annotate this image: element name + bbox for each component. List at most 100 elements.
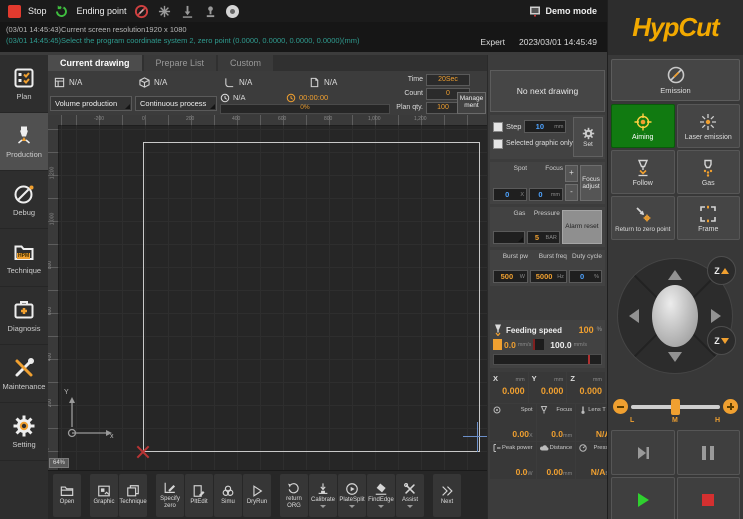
find-edge-button[interactable]: FindEdge	[367, 474, 395, 517]
ruler-corner	[48, 115, 58, 125]
burst-freq-field[interactable]: 5000 Hz	[530, 270, 567, 283]
spot-icon	[493, 406, 501, 414]
gear-icon	[582, 127, 595, 140]
sidebar-item-setting[interactable]: Setting	[0, 403, 48, 461]
current-speed-value: 0.0	[504, 340, 516, 350]
caret-down-icon	[349, 505, 355, 508]
tab-current-drawing[interactable]: Current drawing	[48, 55, 142, 71]
graphic-button[interactable]: Graphic	[90, 474, 118, 517]
plan-qty-field[interactable]: 100	[426, 102, 460, 114]
burst-power-field[interactable]: 500 W	[493, 270, 528, 283]
next-button[interactable]: Next	[433, 474, 461, 517]
dry-run-button[interactable]: DryRun	[243, 474, 271, 517]
plt-edit-button[interactable]: PltEdit	[185, 474, 213, 517]
gear-icon	[12, 414, 36, 438]
demo-mode-icon	[529, 5, 541, 17]
follow-status-icon[interactable]	[180, 3, 196, 19]
hypcut-logo: HypCut	[632, 12, 718, 43]
stop-icon[interactable]	[8, 5, 21, 18]
z-up-button[interactable]: Z	[707, 256, 736, 285]
sidebar-item-maintenance[interactable]: Maintenance	[0, 345, 48, 403]
step-checkbox[interactable]	[493, 122, 503, 132]
alarm-reset-button[interactable]: Alarm reset	[562, 210, 602, 244]
duty-cycle-field[interactable]: 0 %	[569, 270, 602, 283]
start-button[interactable]	[611, 477, 675, 519]
z-down-button[interactable]: Z	[707, 326, 736, 355]
pause-button[interactable]	[677, 430, 741, 475]
management-button[interactable]: Management	[457, 92, 486, 114]
jog-left-arrow-icon[interactable]	[629, 309, 639, 323]
part-icon	[139, 77, 150, 88]
cooling-icon[interactable]	[157, 3, 173, 19]
selected-graphic-checkbox[interactable]	[493, 139, 503, 149]
speed-slider-handle[interactable]	[671, 399, 680, 415]
calibrate-icon	[316, 482, 330, 496]
set-button[interactable]: Set	[573, 117, 603, 157]
step-run-button[interactable]	[611, 430, 675, 475]
step-value-field[interactable]: 10 mm	[524, 120, 566, 133]
tab-prepare-list[interactable]: Prepare List	[144, 55, 217, 71]
stop-square-icon	[700, 492, 716, 508]
plate-split-icon	[345, 482, 359, 496]
emission-icon	[666, 65, 686, 85]
return-zero-icon	[633, 204, 653, 224]
ending-point-icon[interactable]	[54, 3, 70, 19]
simu-button[interactable]: Simu	[214, 474, 242, 517]
assist-button[interactable]: Assist	[396, 474, 424, 517]
status-indicator-icon[interactable]	[226, 5, 239, 18]
sidebar-item-production[interactable]: Production	[0, 113, 48, 171]
process-mode-dropdown[interactable]: Continuous process	[135, 96, 217, 111]
spot-field[interactable]: 0 X	[493, 188, 527, 201]
focus-adjust-button[interactable]: Focus adjust	[580, 165, 602, 201]
focus-field[interactable]: 0 mm	[529, 188, 563, 201]
emission-button[interactable]: Emission	[611, 59, 740, 101]
return-zero-button[interactable]: Return to zero point	[611, 196, 675, 240]
laser-emission-button[interactable]: Laser emission	[677, 104, 741, 148]
calibrate-button[interactable]: Calibrate	[309, 474, 337, 517]
return-org-button[interactable]: return ORG	[280, 474, 308, 517]
jog-up-arrow-icon[interactable]	[668, 270, 682, 280]
feed-speed-bar[interactable]	[493, 354, 602, 365]
open-button[interactable]: Open	[53, 474, 81, 517]
plate-outline[interactable]	[143, 142, 480, 452]
laser-burst-icon	[698, 112, 718, 132]
speed-plus-button[interactable]	[723, 399, 738, 414]
technique-folder-icon	[12, 240, 36, 264]
focus-readout: Focus 0.0mm	[537, 404, 576, 441]
burst-section: Burst pw 500 W Burst freq 5000 Hz Duty c…	[490, 250, 605, 286]
technique-button[interactable]: Technique	[119, 474, 147, 517]
jog-center-knob[interactable]	[652, 285, 698, 347]
spot-focus-section: Spot 0 X Focus 0 mm + - Focus adjust	[490, 162, 605, 204]
caret-down-icon	[320, 505, 326, 508]
sidebar-item-technique[interactable]: HPM Technique	[0, 229, 48, 287]
frame-button[interactable]: Frame	[677, 196, 741, 240]
sidebar-item-plan[interactable]: Plan	[0, 55, 48, 113]
follow-button[interactable]: Follow	[611, 150, 675, 194]
hpm-badge: HPM	[17, 253, 30, 259]
jog-right-arrow-icon[interactable]	[711, 309, 721, 323]
bottom-toolbar: Open Graphic Technique Specify zero PltE…	[48, 470, 487, 519]
jog-down-arrow-icon[interactable]	[668, 352, 682, 362]
spot-readout: Spot 0.00X	[490, 404, 536, 441]
stop-run-button[interactable]	[677, 477, 741, 519]
production-mode-dropdown[interactable]: Volume production	[50, 96, 132, 111]
ending-point-button[interactable]: Ending point	[77, 6, 127, 16]
plate-split-button[interactable]: PlateSplit	[338, 474, 366, 517]
aiming-button[interactable]: Aiming	[611, 104, 675, 148]
step-section: Step 10 mm Selected graphic only Set	[490, 115, 605, 159]
stop-button[interactable]: Stop	[28, 6, 47, 16]
gas-dropdown[interactable]	[493, 231, 525, 244]
specify-zero-button[interactable]: Specify zero	[156, 474, 184, 517]
x-axis-label: x	[110, 433, 114, 440]
laser-disabled-icon[interactable]	[134, 3, 150, 19]
speed-minus-button[interactable]	[613, 399, 628, 414]
tab-custom[interactable]: Custom	[218, 55, 273, 71]
focus-minus-button[interactable]: -	[565, 184, 578, 201]
hypcut-app: Stop Ending point Demo mode (03/01 14:45…	[0, 0, 743, 519]
sidebar-item-diagnosis[interactable]: Diagnosis	[0, 287, 48, 345]
jog-status-icon[interactable]	[203, 3, 219, 19]
sidebar-item-debug[interactable]: Debug	[0, 171, 48, 229]
pressure-field[interactable]: 5 BAR	[527, 231, 559, 244]
focus-plus-button[interactable]: +	[565, 165, 578, 182]
gas-button[interactable]: Gas	[677, 150, 741, 194]
